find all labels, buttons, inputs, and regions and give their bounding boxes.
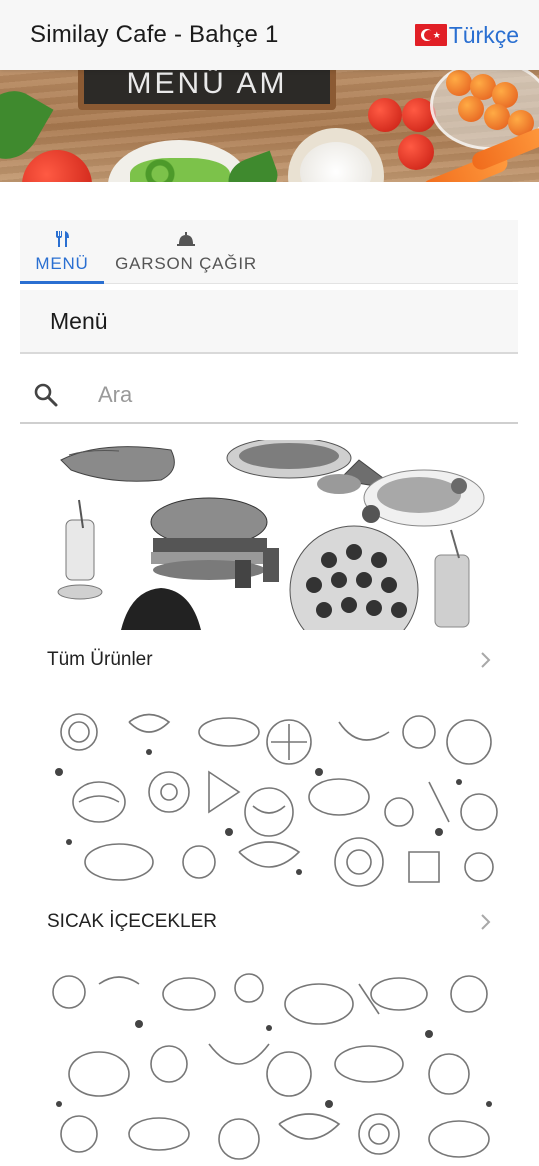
section-title: Menü: [20, 290, 518, 354]
tab-bar: MENÜ GARSON ÇAĞIR: [20, 220, 518, 284]
active-tab-indicator: [20, 281, 104, 284]
category-image-3[interactable]: [39, 964, 503, 1166]
search-bar: [20, 368, 518, 424]
category-name: Tüm Ürünler: [47, 649, 153, 670]
search-icon[interactable]: [32, 381, 60, 409]
chevron-right-icon: [481, 652, 491, 668]
language-label: Türkçe: [448, 21, 519, 48]
service-bell-icon: [177, 232, 195, 246]
tab-menu[interactable]: MENÜ: [20, 220, 104, 284]
category-image-all-products[interactable]: [39, 440, 503, 630]
cutlery-icon: [56, 231, 69, 247]
header-banner-image: MENÜ AM: [0, 70, 539, 182]
food-doodle-pattern: [39, 964, 503, 1166]
tab-call-waiter[interactable]: GARSON ÇAĞIR: [112, 220, 260, 284]
category-name: SICAK İÇECEKLER: [47, 911, 217, 932]
tab-menu-label: MENÜ: [35, 254, 89, 273]
menu-board: MENÜ AM: [78, 70, 336, 110]
category-image-hot-drinks[interactable]: [39, 702, 503, 890]
app-screen: Similay Cafe - Bahçe 1 ★ Türkçe MENÜ AM: [0, 0, 539, 1166]
page-title: Similay Cafe - Bahçe 1: [30, 21, 279, 48]
turkey-flag-icon: ★: [414, 24, 447, 46]
search-input[interactable]: [98, 382, 478, 408]
category-row-hot-drinks[interactable]: SICAK İÇECEKLER: [27, 892, 507, 952]
tab-call-waiter-label: GARSON ÇAĞIR: [115, 254, 257, 273]
language-selector[interactable]: ★ Türkçe: [414, 21, 519, 49]
food-doodle-pattern: [39, 702, 503, 890]
category-row-all-products[interactable]: Tüm Ürünler: [27, 630, 507, 690]
food-collage-illustration: [57, 440, 485, 630]
app-header: Similay Cafe - Bahçe 1 ★ Türkçe: [0, 0, 539, 70]
chevron-right-icon: [481, 914, 491, 930]
